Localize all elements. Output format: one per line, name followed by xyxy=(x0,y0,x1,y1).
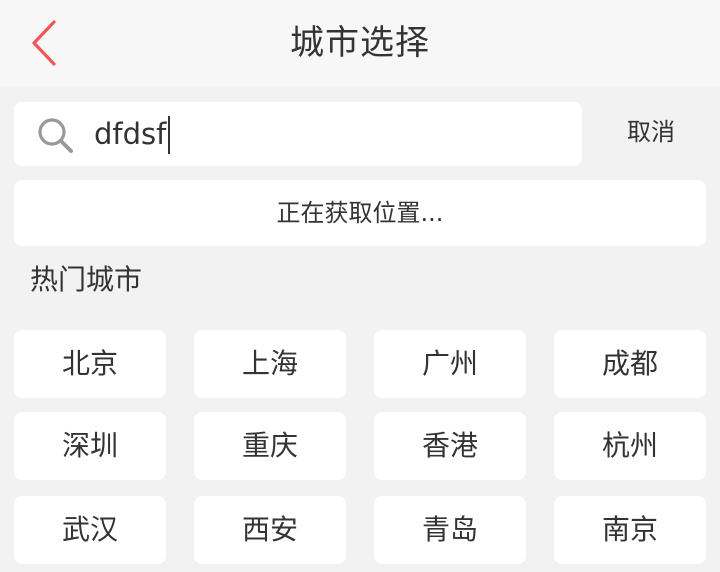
city-button[interactable]: 青岛 xyxy=(374,496,526,564)
section-title-hot-cities: 热门城市 xyxy=(30,263,143,296)
city-button[interactable]: 杭州 xyxy=(554,412,706,480)
location-status[interactable]: 正在获取位置... xyxy=(14,180,706,246)
header-bar: 城市选择 xyxy=(0,0,720,86)
search-input[interactable]: dfdsf xyxy=(94,110,564,158)
city-button[interactable]: 南京 xyxy=(554,496,706,564)
city-button[interactable]: 香港 xyxy=(374,412,526,480)
city-button[interactable]: 上海 xyxy=(194,330,346,398)
page-title: 城市选择 xyxy=(290,23,430,63)
cancel-button[interactable]: 取消 xyxy=(608,112,694,152)
city-button[interactable]: 武汉 xyxy=(14,496,166,564)
city-button[interactable]: 北京 xyxy=(14,330,166,398)
city-button[interactable]: 成都 xyxy=(554,330,706,398)
city-button[interactable]: 广州 xyxy=(374,330,526,398)
city-button[interactable]: 重庆 xyxy=(194,412,346,480)
city-button[interactable]: 西安 xyxy=(194,496,346,564)
search-icon xyxy=(38,118,73,153)
city-button[interactable]: 深圳 xyxy=(14,412,166,480)
text-caret xyxy=(168,116,171,154)
